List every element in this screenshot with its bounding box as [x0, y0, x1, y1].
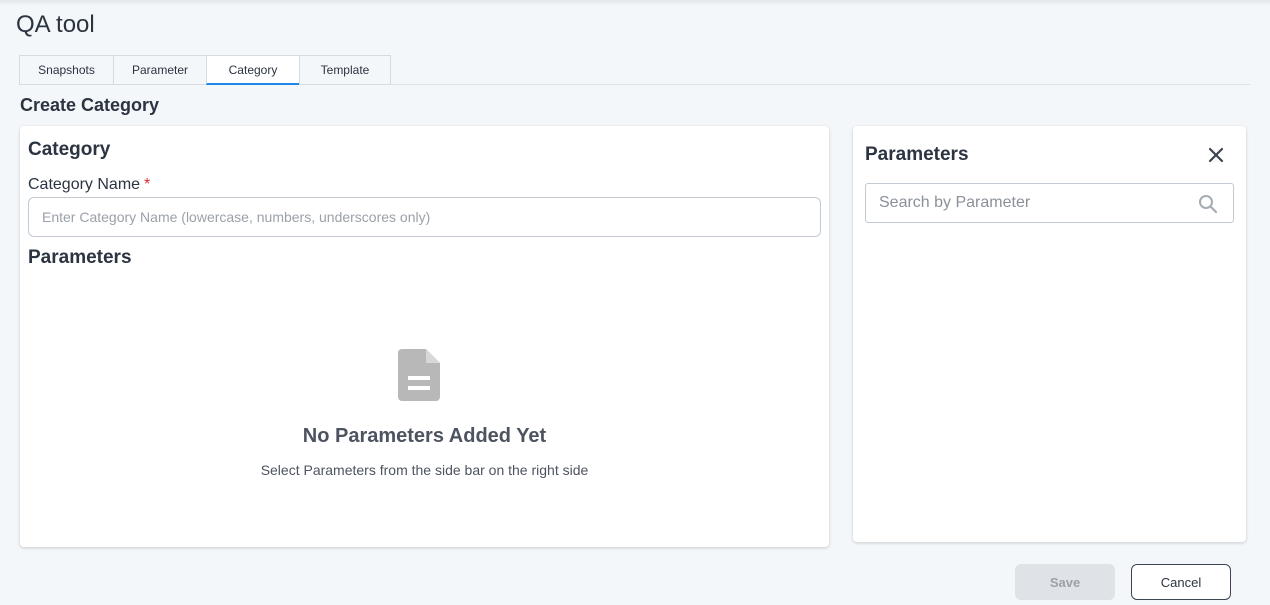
cancel-button[interactable]: Cancel: [1131, 564, 1231, 600]
category-name-input[interactable]: [28, 197, 821, 237]
category-section-title: Category: [28, 139, 111, 160]
app-title: QA tool: [16, 11, 95, 38]
close-button[interactable]: [1205, 144, 1227, 166]
required-marker: *: [144, 176, 151, 193]
parameters-sidebar: Parameters: [853, 126, 1246, 542]
tab-bar: Snapshots Parameter Category Template: [19, 55, 391, 85]
empty-state-subtitle: Select Parameters from the side bar on t…: [260, 462, 589, 478]
category-form-card: Category Category Name* Parameters No Pa…: [20, 126, 829, 547]
tab-parameter[interactable]: Parameter: [113, 55, 206, 85]
tab-snapshots[interactable]: Snapshots: [19, 55, 113, 85]
search-icon[interactable]: [1198, 194, 1218, 214]
parameter-search-box: [865, 183, 1234, 223]
top-shadow: [0, 0, 1270, 6]
sidebar-title: Parameters: [865, 144, 969, 165]
category-name-label: Category Name *: [28, 176, 150, 194]
tab-category[interactable]: Category: [206, 55, 299, 85]
empty-state-title: No Parameters Added Yet: [302, 425, 547, 447]
document-icon: [398, 349, 440, 401]
save-button[interactable]: Save: [1015, 564, 1115, 600]
close-icon: [1208, 147, 1224, 163]
tab-template[interactable]: Template: [299, 55, 391, 85]
parameter-search-input[interactable]: [866, 184, 1196, 222]
category-name-label-text: Category Name: [28, 176, 141, 193]
page-title: Create Category: [20, 95, 160, 115]
parameters-section-title: Parameters: [28, 247, 132, 268]
